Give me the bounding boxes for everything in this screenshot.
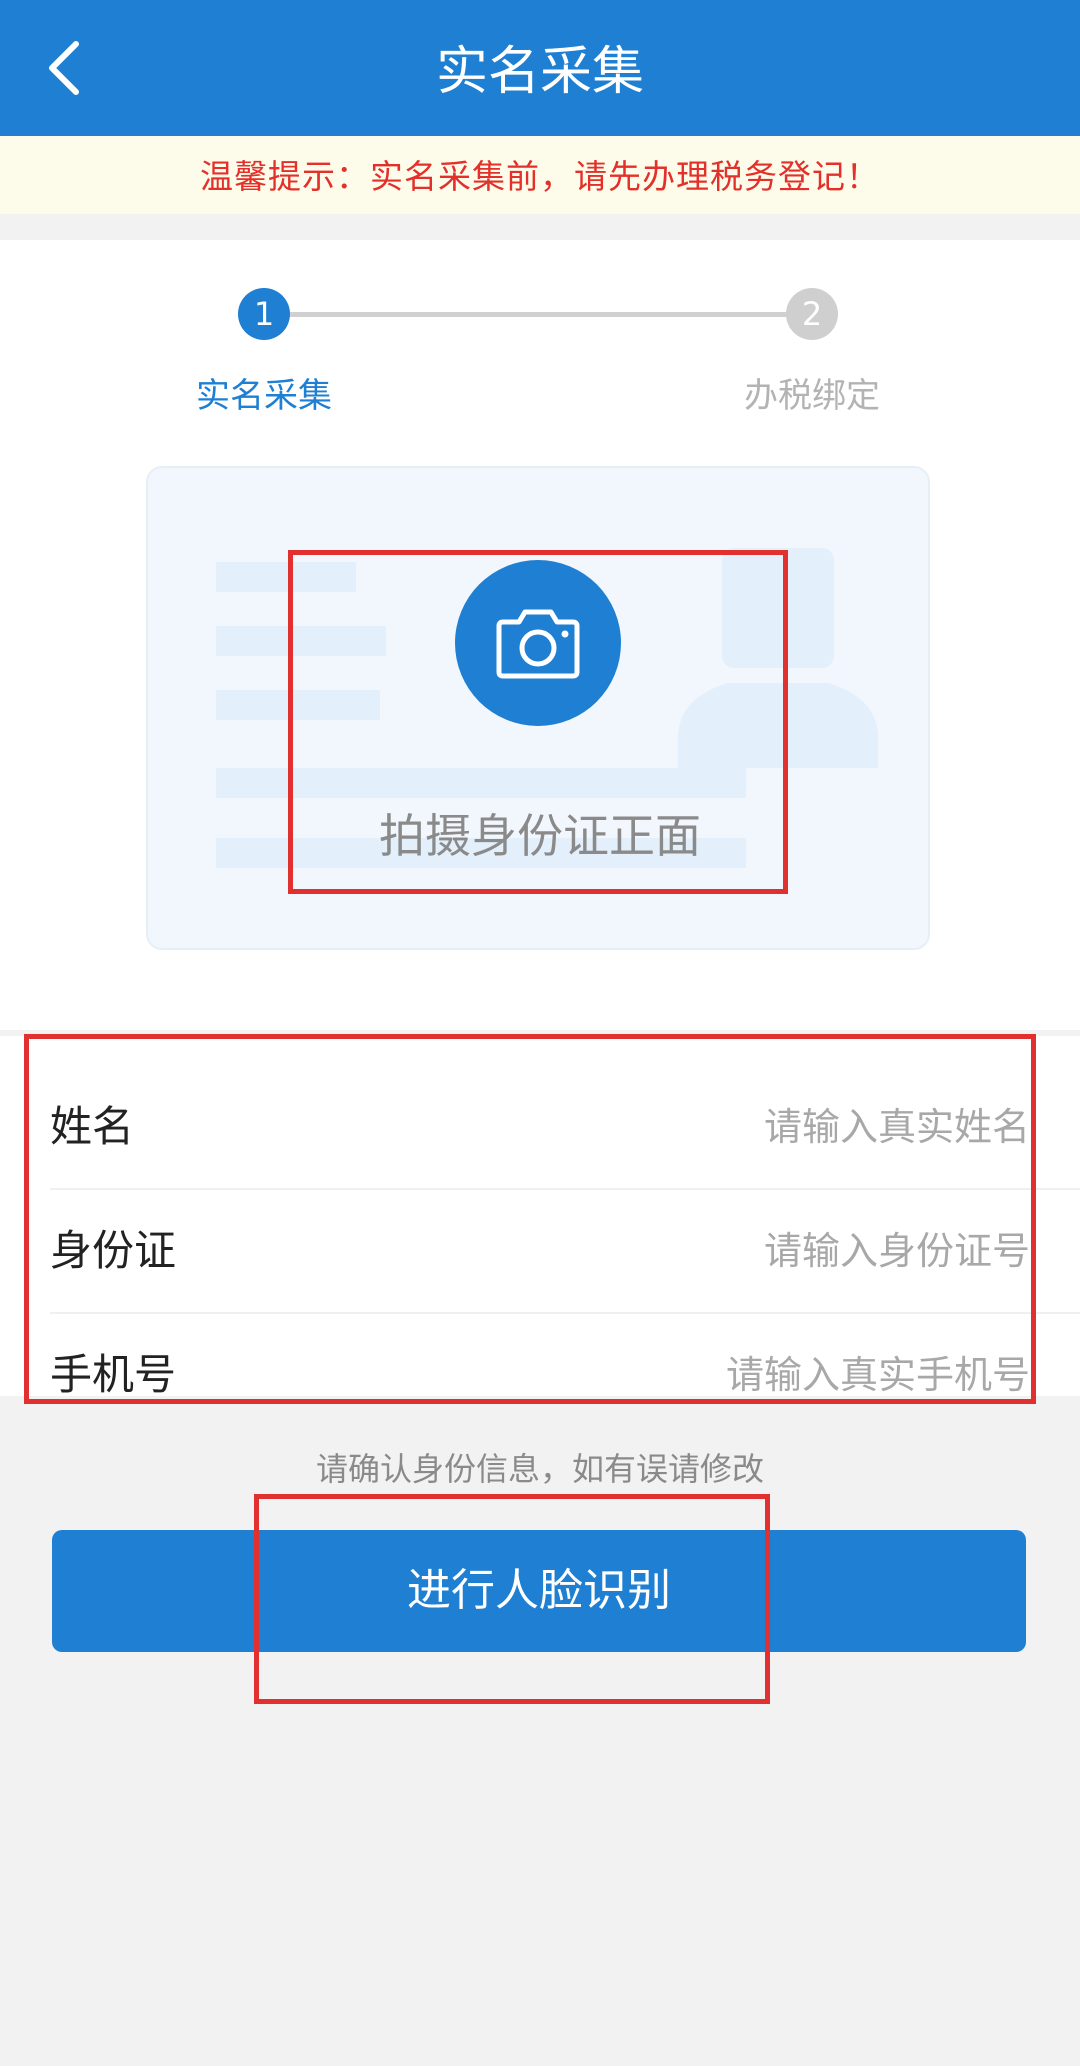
step-indicator: 1 2 实名采集 办税绑定: [0, 240, 1080, 440]
confirm-hint: 请确认身份信息，如有误请修改: [315, 1450, 764, 1488]
step-2-dot: 2: [786, 288, 838, 340]
annotation-box-form: [24, 1034, 1036, 1404]
step-2-label: 办税绑定: [744, 376, 880, 416]
annotation-box-capture: [288, 550, 788, 894]
real-name-collection-page: 实名采集 温馨提示：实名采集前，请先办理税务登记！ 1 2 实名采集 办税绑定: [0, 0, 1080, 2066]
top-nav-bar: 实名采集: [0, 0, 1080, 136]
step-progress-line: [264, 312, 812, 317]
step-1-label: 实名采集: [196, 376, 332, 416]
notice-banner: 温馨提示：实名采集前，请先办理税务登记！: [0, 136, 1080, 214]
annotation-box-button: [254, 1494, 770, 1704]
step-1-dot: 1: [238, 288, 290, 340]
page-title: 实名采集: [435, 42, 644, 102]
